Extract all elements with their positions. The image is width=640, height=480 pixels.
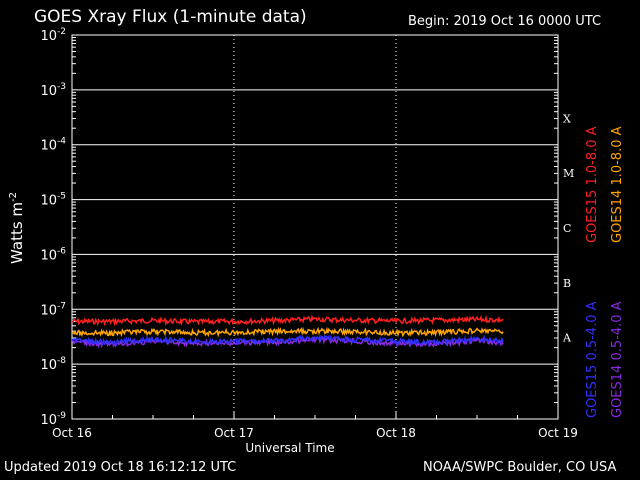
plot-frame xyxy=(71,34,559,420)
y-tick-label-2: 10-4 xyxy=(40,137,66,154)
x-tick-label-0: Oct 16 xyxy=(52,426,92,440)
credit-text: NOAA/SWPC Boulder, CO USA xyxy=(423,460,617,475)
flare-class-M: M xyxy=(563,167,574,180)
updated-timestamp: Updated 2019 Oct 18 16:12:12 UTC xyxy=(4,460,237,475)
x-tick-label-2: Oct 18 xyxy=(376,426,416,440)
y-tick-label-3: 10-5 xyxy=(40,192,66,209)
series-line-1 xyxy=(71,326,504,338)
y-tick-label-1: 10-3 xyxy=(40,82,66,99)
y-tick-label-0: 10-2 xyxy=(40,27,66,44)
legend-goes15-short: GOES15 0.5-4.0 A xyxy=(585,301,600,418)
legend-goes14-short: GOES14 0.5-4.0 A xyxy=(610,301,625,418)
y-tick-label-5: 10-7 xyxy=(40,301,66,318)
x-tick-label-3: Oct 19 xyxy=(538,426,578,440)
flare-class-B: B xyxy=(563,277,571,290)
series-line-0 xyxy=(71,314,504,327)
legend-goes14-long: GOES14 1.0-8.0 A xyxy=(610,126,625,243)
flare-class-A: A xyxy=(562,332,572,345)
x-tick-label-1: Oct 17 xyxy=(214,426,254,440)
y-tick-label-4: 10-6 xyxy=(40,246,66,263)
flare-class-X: X xyxy=(563,112,571,125)
xray-flux-chart: 10-210-310-410-510-610-710-810-9Oct 16 Oc… xyxy=(40,27,578,440)
x-axis-label: Universal Time xyxy=(245,441,335,455)
flare-class-C: C xyxy=(563,222,571,235)
y-tick-label-6: 10-8 xyxy=(40,356,66,373)
y-axis-label: Watts m-2 xyxy=(8,191,26,264)
legend-goes15-long: GOES15 1.0-8.0 A xyxy=(585,126,600,243)
